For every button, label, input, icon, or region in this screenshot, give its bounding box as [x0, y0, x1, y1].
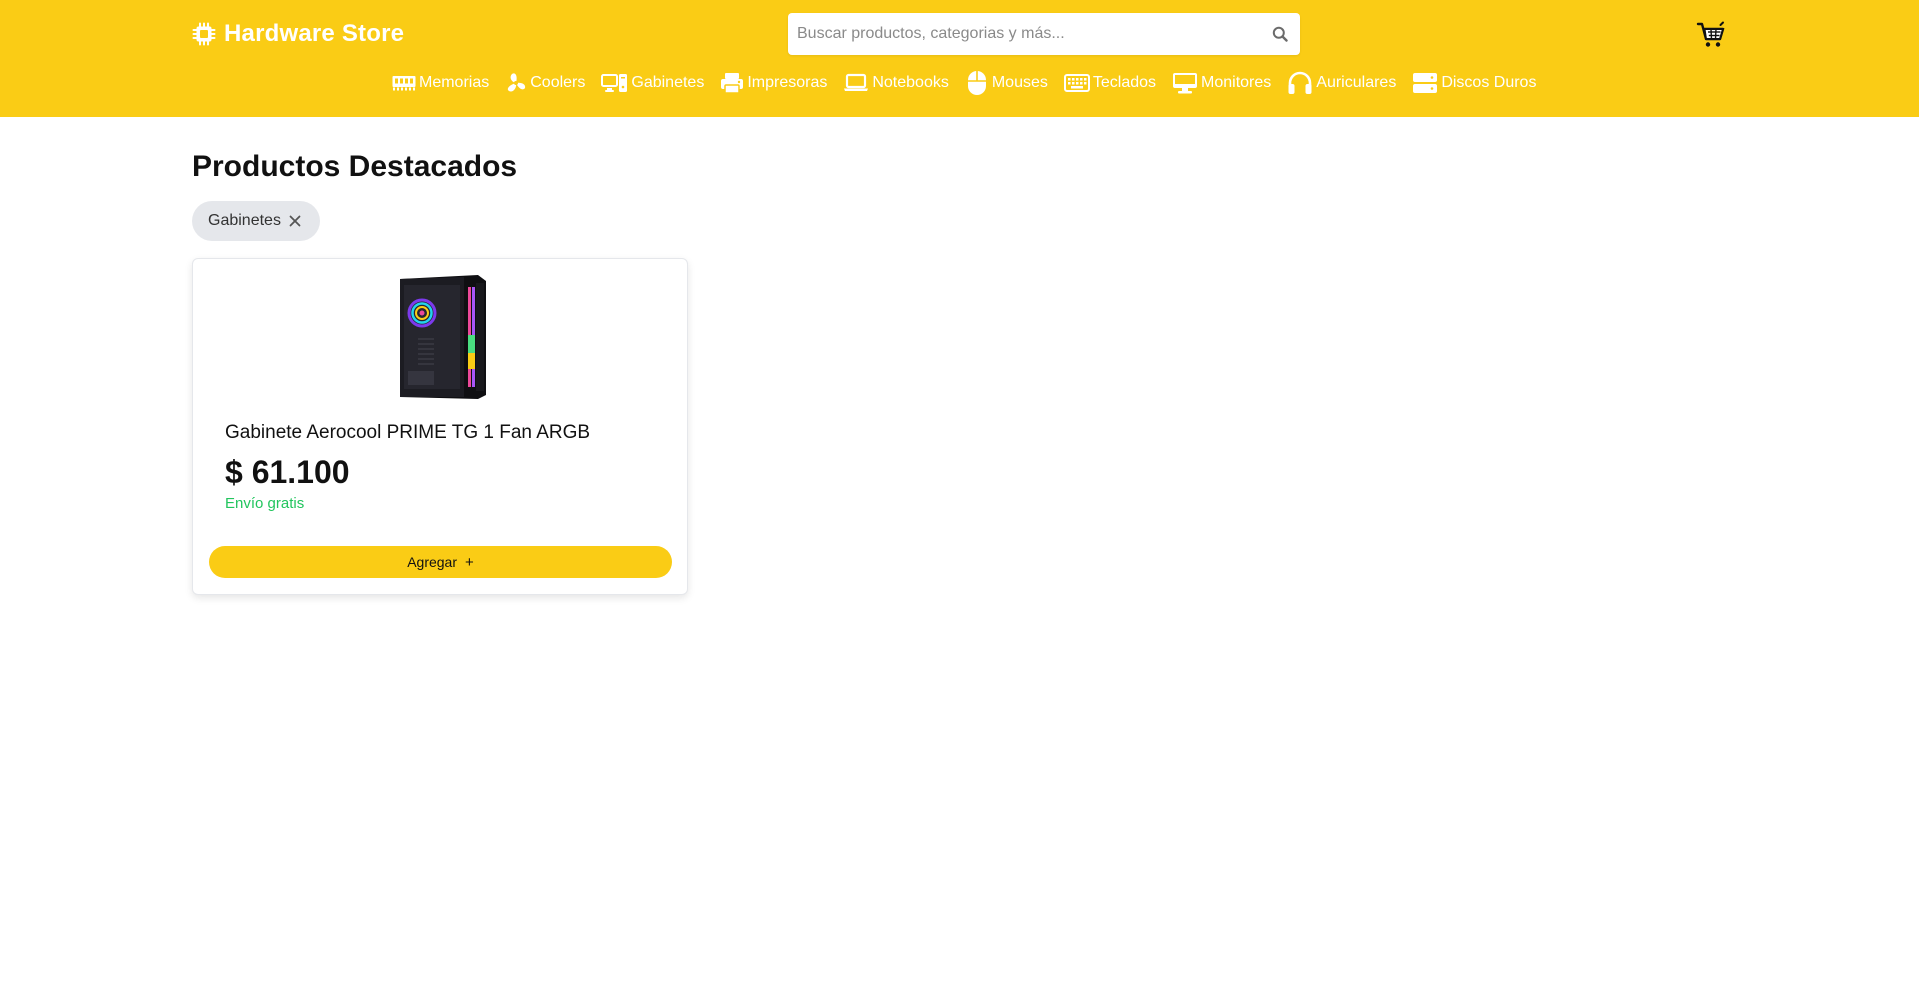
product-card[interactable]: Gabinete Aerocool PRIME TG 1 Fan ARGB $ …	[192, 258, 688, 595]
nav-label: Mouses	[991, 74, 1048, 91]
nav-item-impresoras[interactable]: Impresoras	[720, 72, 827, 94]
monitor-icon	[1172, 72, 1198, 94]
filter-chip-label: Gabinetes	[208, 212, 281, 229]
cart-button[interactable]	[1696, 20, 1726, 50]
search-icon	[1272, 26, 1288, 42]
cpu-chip-icon	[192, 22, 216, 46]
product-image[interactable]	[390, 273, 490, 401]
nav-item-discos-duros[interactable]: Discos Duros	[1412, 72, 1536, 94]
brand-name: Hardware Store	[224, 20, 405, 47]
nav-item-notebooks[interactable]: Notebooks	[843, 73, 949, 93]
plus-icon: +	[465, 553, 474, 571]
product-price: $ 61.100	[225, 454, 350, 490]
nav-item-coolers[interactable]: Coolers	[505, 72, 585, 94]
search-input[interactable]	[788, 13, 1260, 55]
nav-label: Gabinetes	[631, 74, 705, 91]
search-bar	[788, 13, 1300, 55]
top-header: Hardware Store Buscar productos, categor…	[0, 0, 1919, 117]
nav-item-memorias[interactable]: Memorias	[392, 74, 489, 92]
add-to-cart-button[interactable]: Agregar +	[209, 546, 672, 578]
nav-label: Impresoras	[747, 74, 828, 91]
product-name[interactable]: Gabinete Aerocool PRIME TG 1 Fan ARGB	[225, 422, 590, 444]
keyboard-icon	[1063, 74, 1090, 92]
nav-label: Notebooks	[872, 74, 949, 91]
laptop-icon	[843, 73, 869, 93]
hard-drive-icon	[1412, 72, 1438, 94]
mouse-icon	[965, 70, 989, 96]
nav-item-monitores[interactable]: Monitores	[1172, 72, 1271, 94]
filter-chip-gabinetes[interactable]: Gabinetes	[192, 201, 320, 241]
nav-label: Auriculares	[1316, 74, 1397, 91]
nav-item-gabinetes[interactable]: Gabinetes	[601, 73, 704, 93]
desktop-computer-icon	[601, 73, 628, 93]
nav-item-auriculares[interactable]: Auriculares	[1287, 71, 1396, 95]
nav-item-mouses[interactable]: Mouses	[965, 70, 1048, 96]
category-nav: Memorias Coolers Gabinetes Impresoras No…	[392, 70, 1536, 96]
search-button[interactable]	[1260, 13, 1300, 55]
brand-logo[interactable]: Hardware Store	[192, 18, 404, 50]
shopping-cart-icon	[1696, 20, 1726, 50]
nav-label: Monitores	[1201, 74, 1272, 91]
fan-icon	[505, 72, 527, 94]
headphones-icon	[1287, 71, 1313, 95]
close-icon[interactable]	[289, 215, 301, 227]
ram-memory-icon	[392, 74, 416, 92]
nav-item-teclados[interactable]: Teclados	[1063, 74, 1157, 92]
nav-label: Teclados	[1092, 74, 1157, 91]
nav-label: Discos Duros	[1441, 74, 1537, 91]
free-shipping-label: Envío gratis	[225, 495, 305, 512]
printer-icon	[720, 72, 744, 94]
page-title: Productos Destacados	[192, 150, 518, 183]
add-button-label: Agregar	[407, 554, 458, 570]
nav-label: Coolers	[530, 74, 586, 91]
nav-label: Memorias	[419, 74, 490, 91]
